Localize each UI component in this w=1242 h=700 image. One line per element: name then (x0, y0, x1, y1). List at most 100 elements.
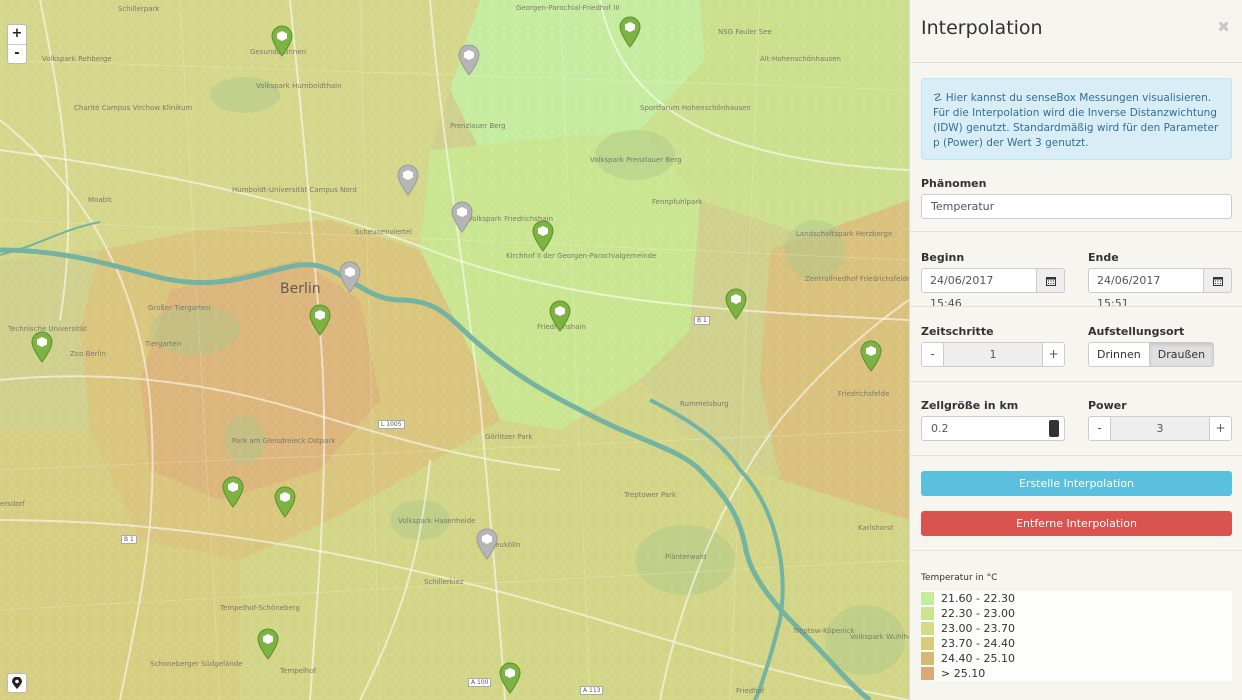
map-pin-icon (12, 677, 22, 689)
sensebox-marker[interactable] (499, 662, 521, 694)
sensebox-marker-inactive[interactable] (339, 261, 361, 293)
end-date-input[interactable]: 24/06/2017 15:51 (1088, 268, 1232, 310)
legend-label: 22.30 - 23.00 (941, 607, 1015, 620)
zoom-out-button[interactable]: - (8, 44, 26, 63)
road-shield: A 113 (580, 686, 604, 695)
map-label: Volkspark Wuhlheide (850, 633, 909, 641)
road-shield: A 100 (468, 678, 492, 687)
phenomenon-label: Phänomen (921, 177, 987, 190)
map-label: Treptower Park (624, 491, 677, 499)
map-label: Alt-Hohenschönhausen (760, 55, 841, 63)
map-label: Sportforum Hohenschönhausen (640, 104, 751, 112)
map-label: Schoneberger Südgelände (150, 660, 243, 668)
map-label: Prenzlauer Berg (450, 122, 506, 130)
map-label: Volkspark Humboldthain (256, 82, 342, 90)
timesteps-value[interactable]: 1 (944, 342, 1042, 367)
calendar-icon[interactable] (1036, 268, 1065, 293)
legend-item: 23.70 - 24.40 (921, 636, 1232, 651)
map-label: Georgen-Parochial-Friedhof III (516, 4, 619, 12)
indoor-toggle-button[interactable]: Drinnen (1088, 342, 1149, 367)
remove-interpolation-button[interactable]: Entferne Interpolation (921, 511, 1232, 536)
panel-title: Interpolation (921, 17, 1043, 39)
map-label: Moabit (88, 196, 112, 204)
sensebox-marker-inactive[interactable] (476, 528, 498, 560)
close-icon[interactable]: ✖ (1217, 18, 1230, 36)
legend-item: 23.00 - 23.70 (921, 621, 1232, 636)
divider (910, 550, 1242, 551)
begin-date-input[interactable]: 24/06/2017 15:46 (921, 268, 1065, 310)
road-shield: B 1 (694, 316, 710, 325)
power-value[interactable]: 3 (1111, 416, 1209, 441)
info-icon: ☡ (933, 92, 943, 104)
spinner-icon[interactable] (1049, 420, 1059, 437)
map-label: Park am Gleisdreieck Ostpark (232, 437, 335, 445)
sensebox-marker[interactable] (619, 16, 641, 48)
legend-label: 21.60 - 22.30 (941, 592, 1015, 605)
power-decrement-button[interactable]: - (1088, 416, 1111, 441)
sensebox-marker-inactive[interactable] (397, 164, 419, 196)
sensebox-marker[interactable] (31, 331, 53, 363)
sensebox-marker-inactive[interactable] (458, 44, 480, 76)
interpolation-panel: Interpolation ✖ ☡ Hier kannst du senseBo… (909, 0, 1242, 700)
timesteps-decrement-button[interactable]: - (921, 342, 944, 367)
map-label: Tempelhof (280, 667, 317, 675)
legend-swatch (921, 667, 934, 680)
sensebox-marker[interactable] (222, 476, 244, 508)
sensebox-marker[interactable] (532, 220, 554, 252)
map-label: Görlitzer Park (485, 433, 533, 441)
map-label: Schillerpark (118, 5, 160, 13)
cellsize-value[interactable]: 0.2 (931, 422, 949, 435)
cellsize-input[interactable]: 0.2 (921, 416, 1065, 441)
power-increment-button[interactable]: + (1209, 416, 1232, 441)
zoom-in-button[interactable]: + (8, 25, 26, 44)
timesteps-label: Zeitschritte (921, 325, 994, 338)
map-label: Karlshorst (858, 524, 894, 532)
info-text: Hier kannst du senseBox Messungen visual… (933, 92, 1219, 149)
map-label: Rummelsburg (680, 400, 729, 408)
legend-swatch (921, 637, 934, 650)
sensebox-marker[interactable] (860, 340, 882, 372)
sensebox-marker[interactable] (274, 486, 296, 518)
legend-swatch (921, 607, 934, 620)
sensebox-marker-inactive[interactable] (451, 201, 473, 233)
map-label: Volkspark Prenzlauer Berg (590, 156, 682, 164)
begin-date-value[interactable]: 24/06/2017 15:46 (921, 268, 1036, 310)
legend-label: 24.40 - 25.10 (941, 652, 1015, 665)
map-label: Charité Campus Virchow Klinikum (74, 104, 192, 112)
info-alert: ☡ Hier kannst du senseBox Messungen visu… (921, 78, 1232, 160)
sensebox-marker[interactable] (271, 25, 293, 57)
map-label: Landschaftspark Herzberge (796, 230, 893, 238)
map-label: Zentralfriedhof Friedrichsfelde (805, 275, 909, 283)
legend-title: Temperatur in °C (921, 573, 998, 583)
road-shield: B 1 (121, 535, 137, 544)
create-interpolation-button[interactable]: Erstelle Interpolation (921, 471, 1232, 496)
calendar-icon[interactable] (1203, 268, 1232, 293)
map-label: ersdorf (0, 500, 25, 508)
cellsize-label: Zellgröße in km (921, 399, 1019, 412)
timesteps-stepper: - 1 + (921, 342, 1065, 367)
begin-label: Beginn (921, 251, 965, 264)
sensebox-marker[interactable] (725, 288, 747, 320)
city-label: Berlin (280, 281, 321, 297)
divider (910, 455, 1242, 456)
map-label: Volkspark Hasenheide (398, 517, 476, 525)
legend-label: 23.70 - 24.40 (941, 637, 1015, 650)
legend-item: > 25.10 (921, 666, 1232, 681)
timesteps-increment-button[interactable]: + (1042, 342, 1065, 367)
legend-label: 23.00 - 23.70 (941, 622, 1015, 635)
sensebox-marker[interactable] (309, 304, 331, 336)
phenomenon-select[interactable]: Temperatur (921, 194, 1232, 219)
power-label: Power (1088, 399, 1127, 412)
map-label: Volkspark Friedrichshain (468, 215, 554, 223)
map-label: Tiergarten (145, 340, 182, 348)
map[interactable]: Berlin Schillerpark Georgen-Parochial-Fr… (0, 0, 909, 700)
end-date-value[interactable]: 24/06/2017 15:51 (1088, 268, 1203, 310)
locate-button[interactable] (7, 673, 27, 693)
legend: 21.60 - 22.30 22.30 - 23.00 23.00 - 23.7… (921, 591, 1232, 681)
zoom-control: + - (7, 24, 27, 64)
sensebox-marker[interactable] (257, 628, 279, 660)
sensebox-marker[interactable] (549, 300, 571, 332)
location-label: Aufstellungsort (1088, 325, 1185, 338)
map-label: Kirchhof II der Georgen-Parochialgemeind… (506, 252, 656, 260)
outdoor-toggle-button[interactable]: Draußen (1148, 342, 1215, 367)
